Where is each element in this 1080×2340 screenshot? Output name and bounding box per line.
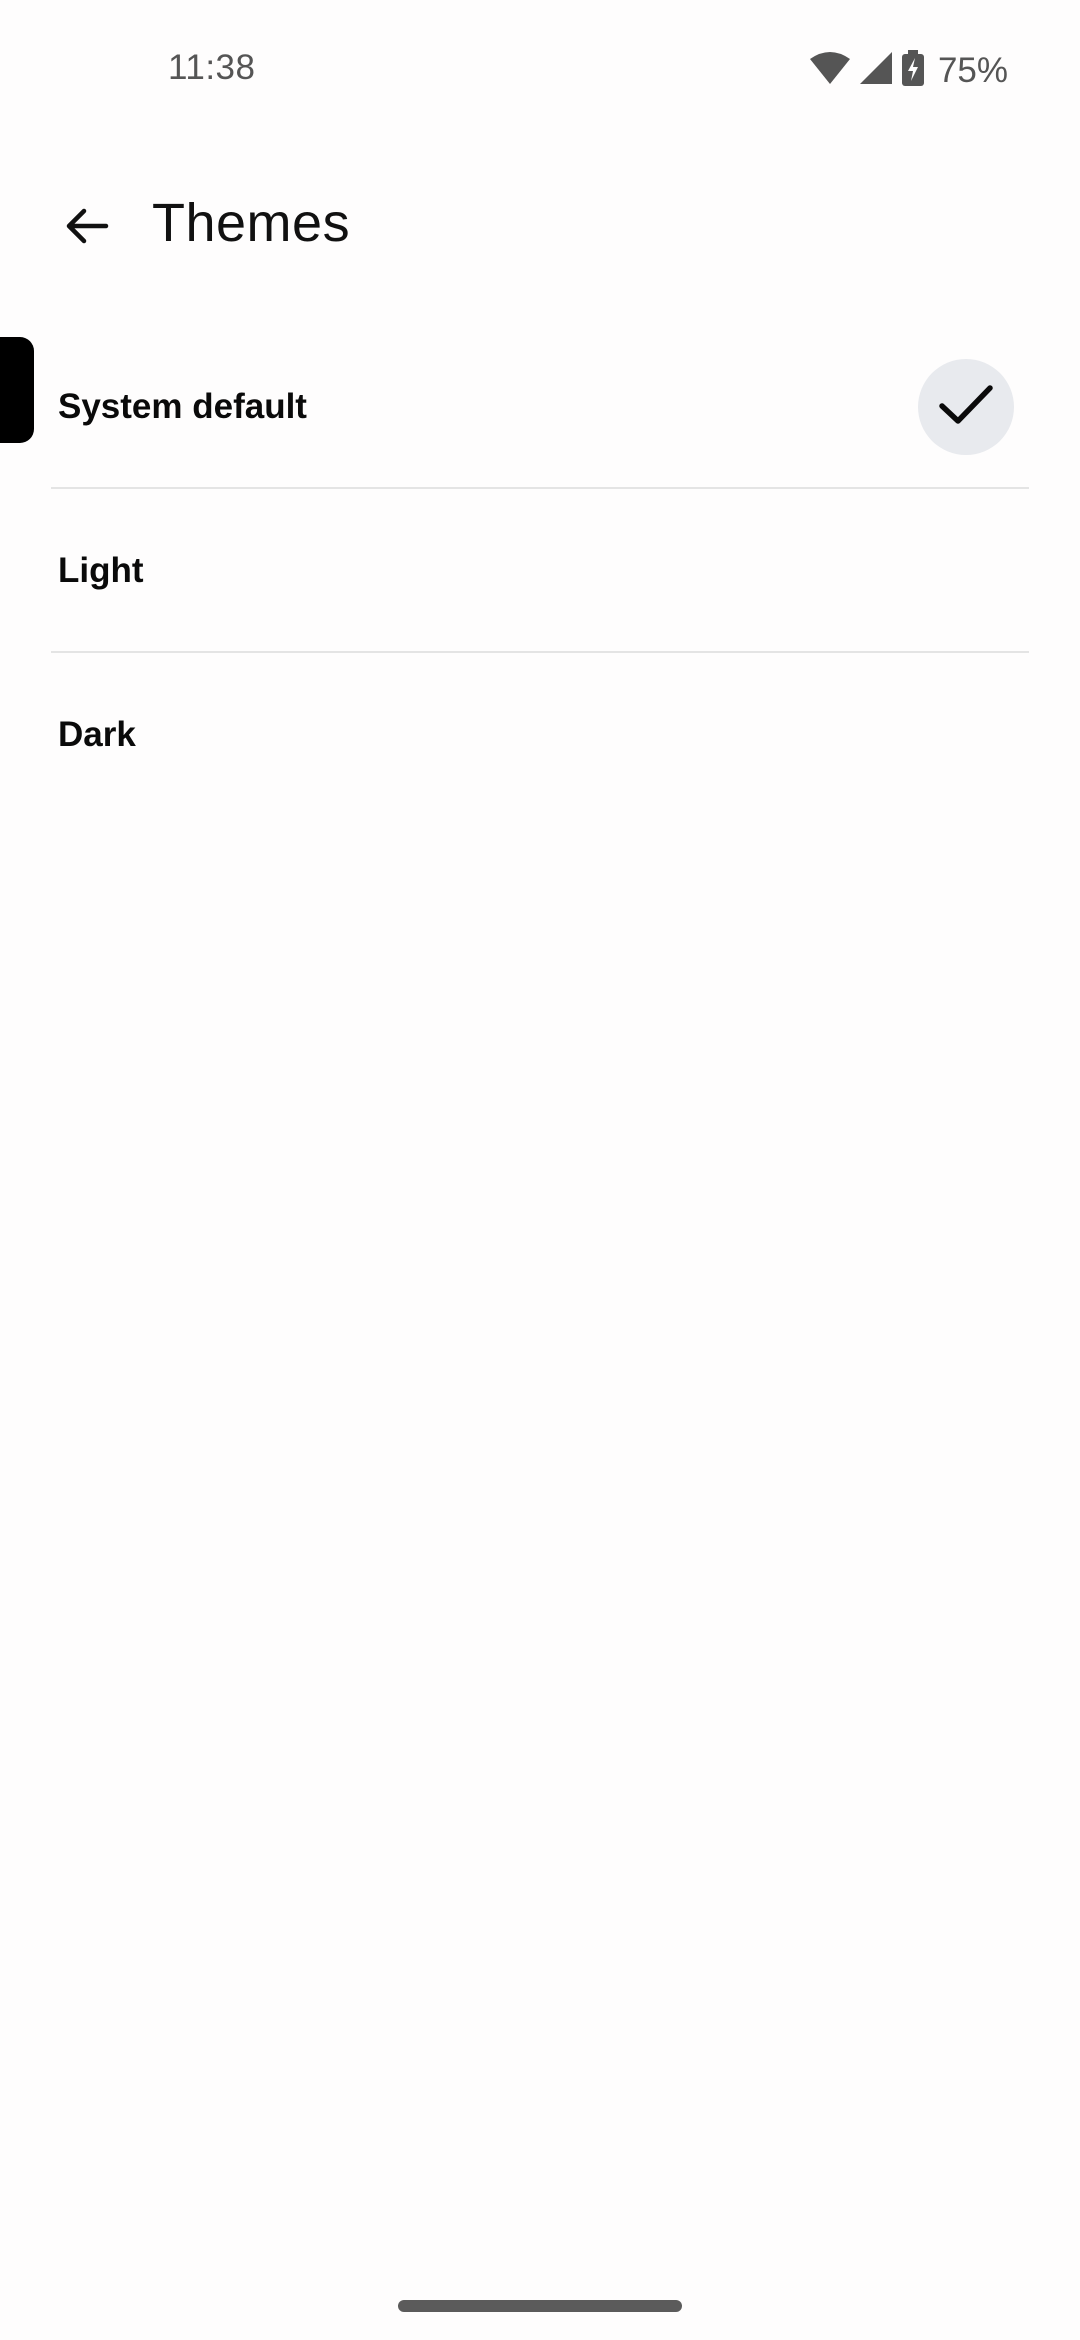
theme-list: System default Light Dark [0, 325, 1080, 817]
home-indicator[interactable] [398, 2300, 682, 2312]
selected-check-badge [918, 359, 1014, 455]
battery-percent: 75% [937, 50, 1008, 90]
theme-option-label: Light [58, 551, 144, 590]
cell-signal-icon [859, 52, 892, 89]
theme-option-light[interactable]: Light [0, 489, 1080, 653]
back-button[interactable] [46, 188, 126, 268]
theme-option-label: System default [58, 387, 307, 426]
theme-option-system-default[interactable]: System default [0, 325, 1080, 489]
theme-option-dark[interactable]: Dark [0, 653, 1080, 817]
status-time: 11:38 [168, 48, 256, 87]
app-bar: Themes [0, 170, 1080, 280]
battery-charging-icon [901, 50, 924, 91]
selected-indicator [0, 337, 34, 443]
wifi-icon [809, 51, 850, 90]
status-icons: 75% [809, 50, 1008, 91]
check-icon [936, 375, 996, 440]
status-bar: 11:38 75% [0, 0, 1080, 140]
arrow-left-icon [62, 202, 110, 255]
page-title: Themes [152, 193, 351, 253]
theme-option-label: Dark [58, 715, 136, 754]
